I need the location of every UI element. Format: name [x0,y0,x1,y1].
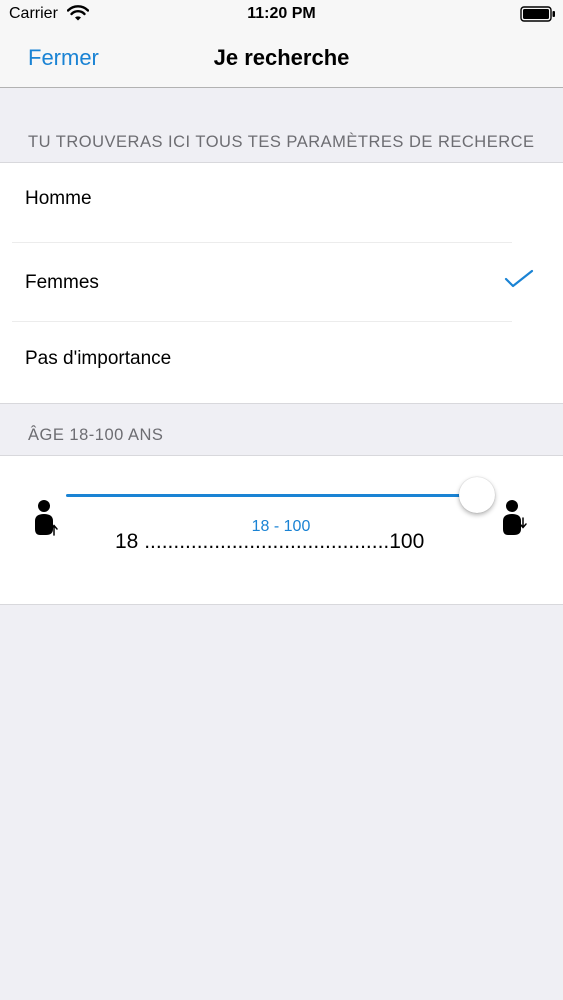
option-label: Femmes [25,272,99,293]
status-bar: Carrier 11:20 PM [0,0,563,30]
gender-options-list: Homme Femmes Pas d'importance [0,162,563,404]
option-pas-d-importance[interactable]: Pas d'importance [0,322,563,403]
age-range-panel: 18 - 100 18 ............................… [0,455,563,605]
age-section-header: ÂGE 18-100 ANS [28,426,164,444]
search-section-header: TU TROUVERAS ICI TOUS TES PARAMÈTRES DE … [28,133,535,151]
battery-icon [520,6,555,22]
navigation-bar: Fermer Je recherche [0,30,563,88]
option-homme[interactable]: Homme [0,163,563,242]
age-range-scale: 18 .....................................… [115,530,425,553]
age-slider-track[interactable] [66,494,478,497]
clock: 11:20 PM [247,5,316,22]
age-slider-thumb[interactable] [459,477,495,513]
person-age-up-icon [35,500,58,536]
option-femmes[interactable]: Femmes [0,243,563,321]
checkmark-icon [504,269,534,288]
option-label: Homme [25,188,92,209]
option-label: Pas d'importance [25,348,172,369]
page-title: Je recherche [213,45,350,70]
person-age-down-icon [503,500,527,535]
